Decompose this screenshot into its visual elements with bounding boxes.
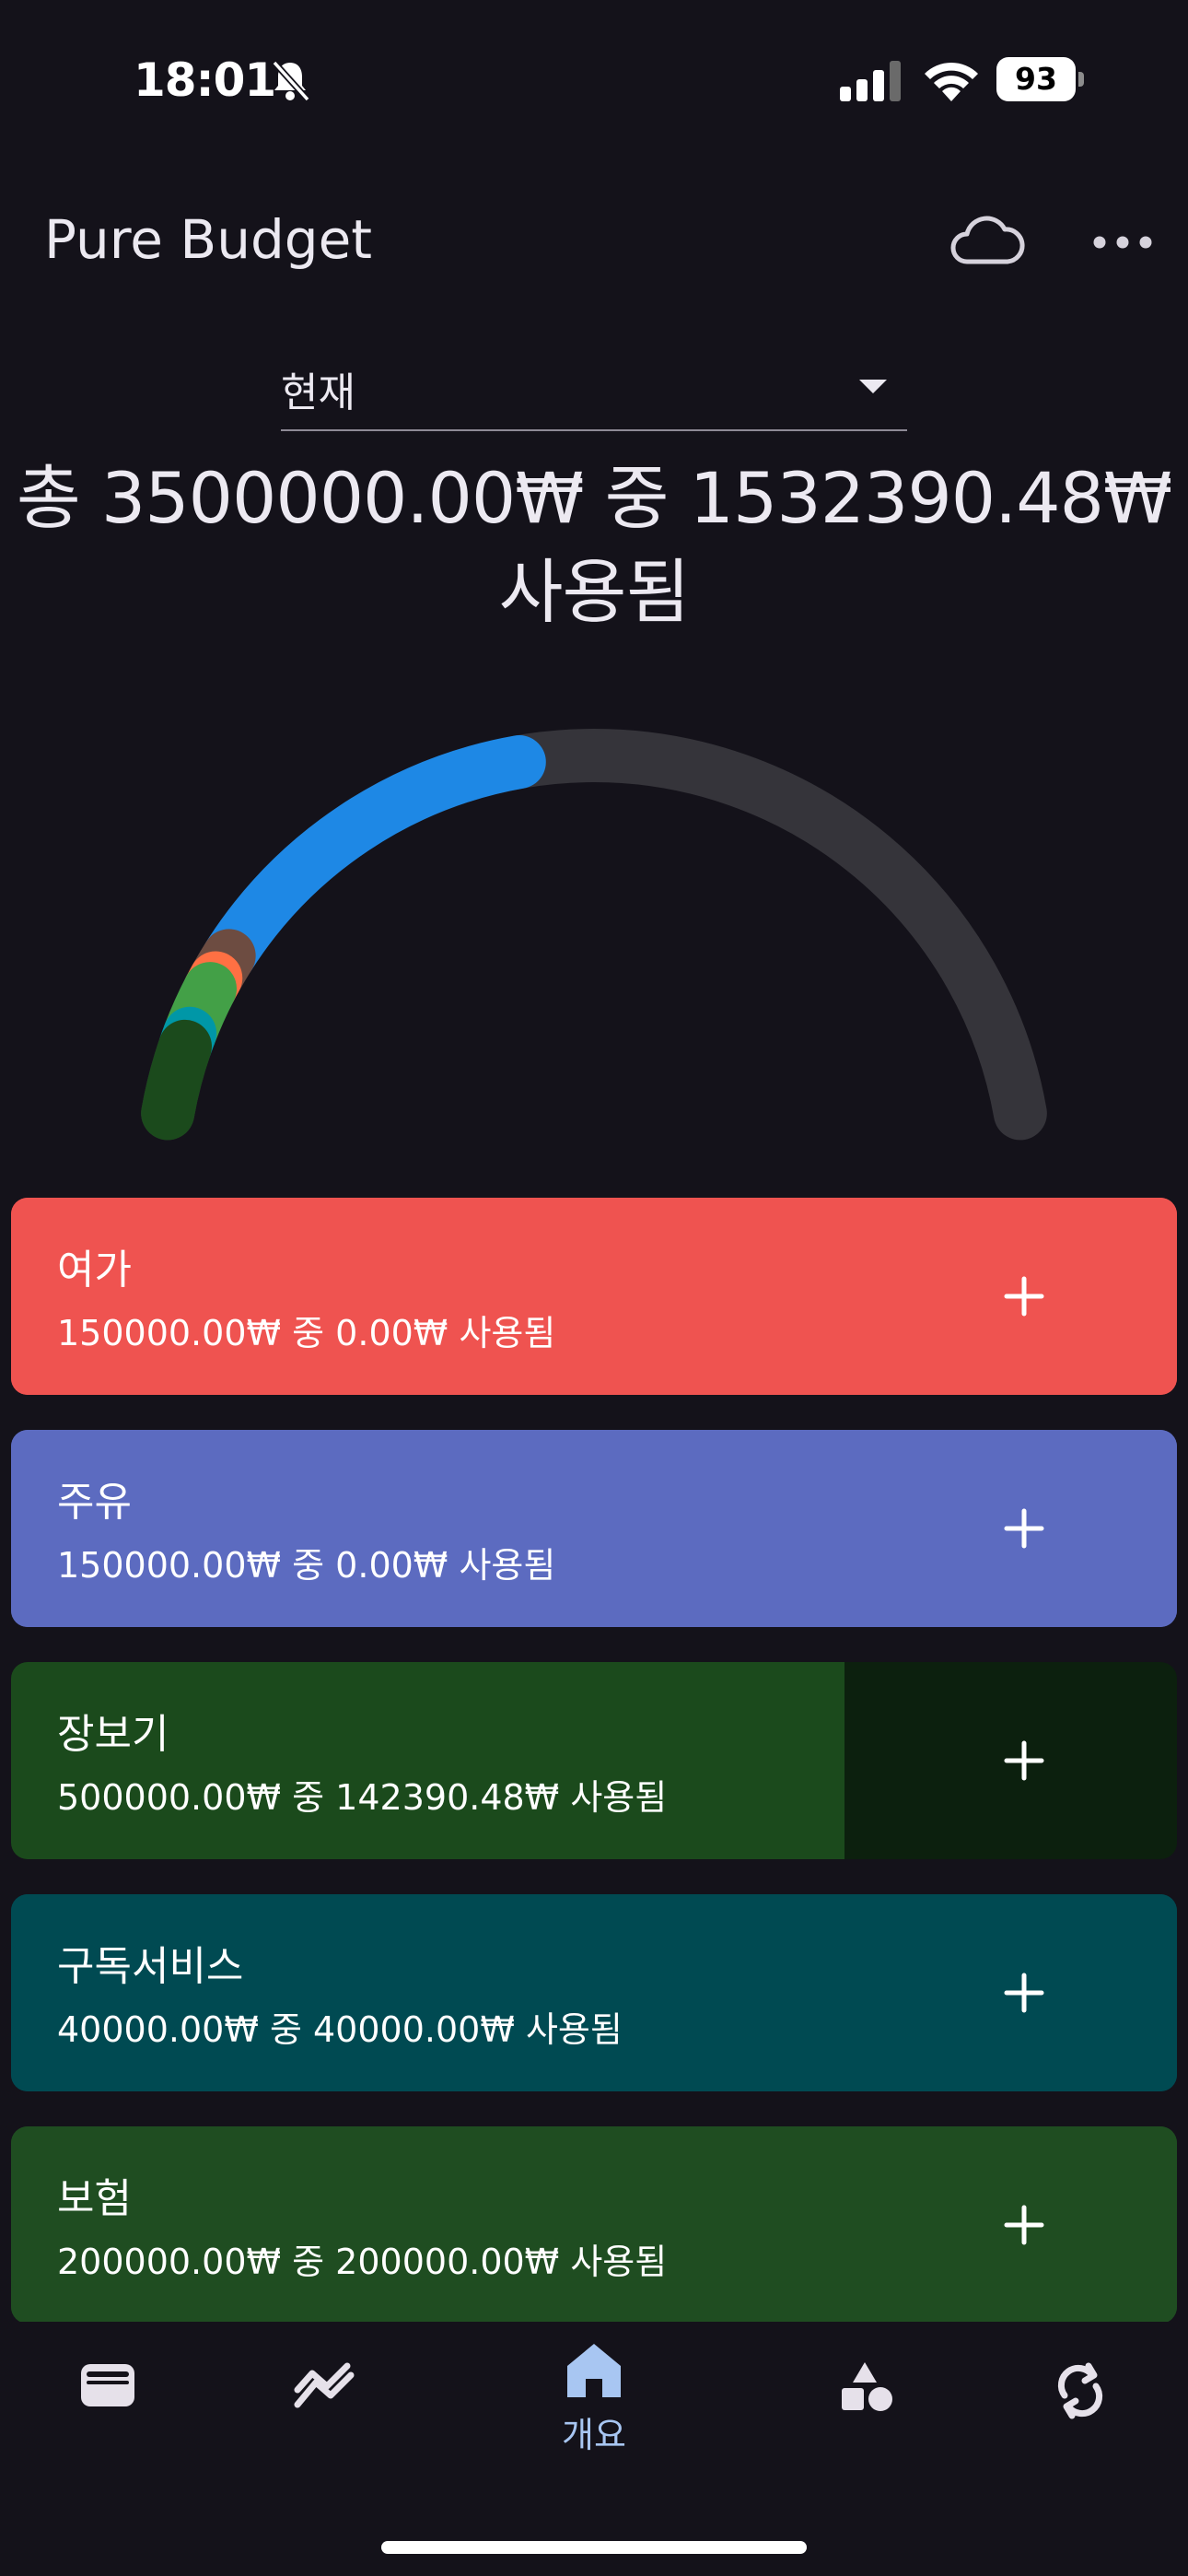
cellular-signal-icon bbox=[840, 61, 901, 101]
budget-spent-detail: 40000.00₩ 중 40000.00₩ 사용됨 bbox=[57, 2009, 623, 2050]
spending-gauge bbox=[141, 729, 1047, 1141]
add-expense-plus-icon[interactable] bbox=[987, 1956, 1061, 2030]
home-indicator[interactable] bbox=[381, 2541, 807, 2554]
add-expense-plus-icon[interactable] bbox=[987, 1492, 1061, 1565]
add-expense-plus-icon[interactable] bbox=[987, 1724, 1061, 1797]
battery-level: 93 bbox=[1015, 61, 1057, 97]
budget-spent-detail: 150000.00₩ 중 0.00₩ 사용됨 bbox=[57, 1313, 556, 1353]
budget-progress-fill bbox=[11, 1662, 845, 1859]
budget-card[interactable]: 구독서비스 40000.00₩ 중 40000.00₩ 사용됨 bbox=[11, 1894, 1177, 2091]
budget-summary: 총 3500000.00₩ 중 1532390.48₩ 사용됨 bbox=[0, 451, 1188, 639]
nav-sync-button[interactable] bbox=[1011, 2322, 1149, 2460]
budget-name: 보험 bbox=[57, 2175, 132, 2222]
gauge-track bbox=[141, 729, 1047, 1141]
trend-icon bbox=[294, 2362, 355, 2408]
bell-muted-icon bbox=[272, 60, 310, 102]
nav-trends-button[interactable] bbox=[255, 2322, 393, 2460]
categories-icon bbox=[842, 2362, 892, 2411]
budget-name: 장보기 bbox=[57, 1711, 169, 1758]
nav-categories-button[interactable] bbox=[796, 2322, 934, 2460]
nav-wallet-button[interactable] bbox=[39, 2322, 177, 2460]
dropdown-arrow-icon bbox=[859, 380, 887, 393]
cloud-sync-icon[interactable] bbox=[949, 214, 1026, 271]
gauge-segment bbox=[202, 735, 546, 983]
wifi-icon bbox=[925, 62, 978, 101]
app-title: Pure Budget bbox=[44, 208, 373, 271]
home-icon bbox=[567, 2344, 621, 2397]
nav-overview-label: 개요 bbox=[562, 2415, 626, 2455]
budget-card[interactable]: 장보기 500000.00₩ 중 142390.48₩ 사용됨 bbox=[11, 1662, 1177, 1859]
battery-indicator: 93 bbox=[996, 57, 1085, 101]
summary-amounts: 총 3500000.00₩ 중 1532390.48₩ bbox=[16, 457, 1172, 539]
budget-card[interactable]: 보험 200000.00₩ 중 200000.00₩ 사용됨 bbox=[11, 2126, 1177, 2324]
add-expense-plus-icon[interactable] bbox=[987, 2188, 1061, 2262]
period-dropdown[interactable]: 현재 bbox=[281, 350, 907, 431]
summary-suffix: 사용됨 bbox=[498, 551, 691, 633]
period-selected-value: 현재 bbox=[281, 369, 355, 416]
sync-icon bbox=[1057, 2362, 1103, 2419]
add-expense-plus-icon[interactable] bbox=[987, 1259, 1061, 1333]
budget-spent-detail: 200000.00₩ 중 200000.00₩ 사용됨 bbox=[57, 2242, 668, 2282]
more-options-icon[interactable] bbox=[1087, 219, 1160, 265]
budget-name: 주유 bbox=[57, 1479, 132, 1526]
budget-card[interactable]: 여가 150000.00₩ 중 0.00₩ 사용됨 bbox=[11, 1198, 1177, 1395]
status-time: 18:01 bbox=[134, 53, 276, 107]
budget-name: 여가 bbox=[57, 1247, 132, 1294]
budget-name: 구독서비스 bbox=[57, 1943, 244, 1990]
budget-spent-detail: 500000.00₩ 중 142390.48₩ 사용됨 bbox=[57, 1777, 668, 1818]
gauge-segment bbox=[141, 1019, 212, 1141]
wallet-icon bbox=[81, 2364, 134, 2406]
budget-spent-detail: 150000.00₩ 중 0.00₩ 사용됨 bbox=[57, 1545, 556, 1586]
budget-card[interactable]: 주유 150000.00₩ 중 0.00₩ 사용됨 bbox=[11, 1430, 1177, 1627]
